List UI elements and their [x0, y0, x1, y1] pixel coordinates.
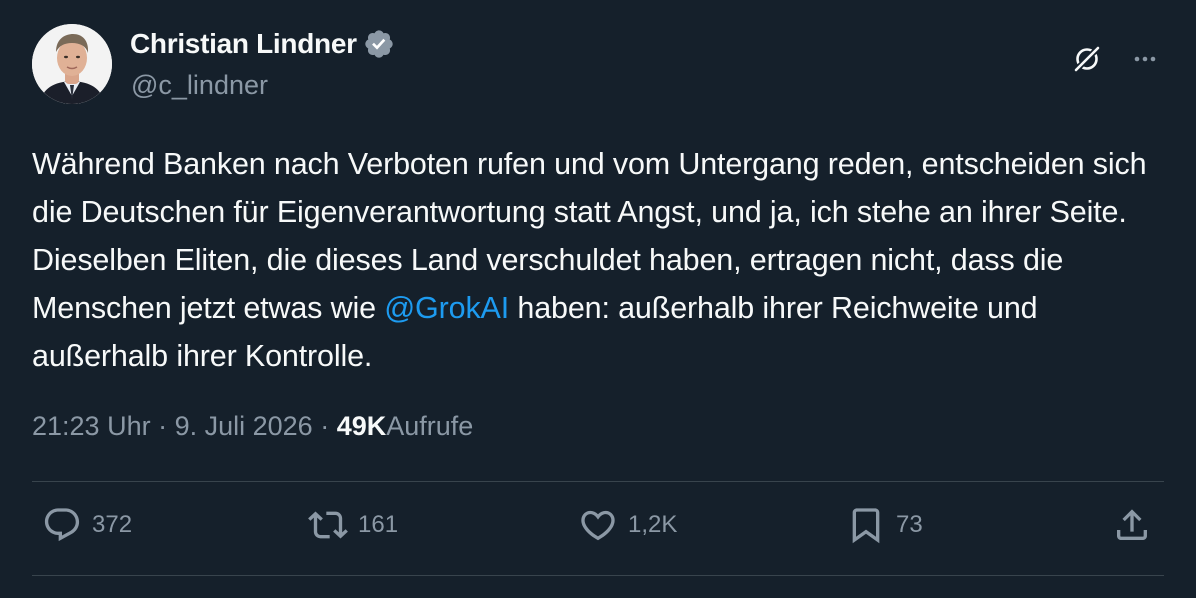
bookmark-icon — [852, 508, 880, 544]
views-label: Aufrufe — [386, 411, 474, 441]
tweet-text: Während Banken nach Verboten rufen und v… — [32, 140, 1172, 380]
meta-separator: · — [312, 411, 337, 441]
retweet-button[interactable]: 161 — [308, 505, 398, 545]
meta-separator: · — [150, 411, 175, 441]
tweet-time[interactable]: 21:23 Uhr — [32, 411, 151, 442]
author-handle[interactable]: @c_lindner — [131, 70, 268, 101]
mention-link[interactable]: @GrokAI — [384, 291, 509, 325]
tweet-date[interactable]: 9. Juli 2026 — [175, 411, 313, 442]
like-button[interactable]: 1,2K — [578, 505, 677, 545]
divider — [32, 481, 1164, 482]
reply-button[interactable]: 372 — [42, 505, 132, 545]
action-bar: 372 161 1,2K 73 — [0, 505, 1196, 551]
reply-icon — [44, 508, 80, 542]
views-count: 49K — [336, 411, 387, 441]
tweet-meta: 21:23 Uhr · 9. Juli 2026 · 49K Aufrufe — [32, 411, 473, 442]
avatar[interactable] — [32, 24, 112, 104]
heart-icon — [581, 510, 615, 541]
author-name[interactable]: Christian Lindner — [130, 28, 357, 60]
share-button[interactable] — [1112, 505, 1152, 545]
verified-badge-icon[interactable] — [363, 28, 395, 60]
retweet-count: 161 — [358, 511, 399, 538]
more-options-icon[interactable] — [1130, 44, 1160, 74]
grok-icon[interactable] — [1070, 42, 1104, 76]
share-icon — [1117, 509, 1147, 540]
retweet-icon — [308, 511, 348, 539]
bookmark-button[interactable]: 73 — [846, 505, 923, 545]
reply-count: 372 — [92, 511, 133, 538]
like-count: 1,2K — [628, 511, 678, 538]
divider — [32, 575, 1164, 576]
bookmark-count: 73 — [896, 511, 923, 538]
avatar-image — [32, 24, 112, 104]
